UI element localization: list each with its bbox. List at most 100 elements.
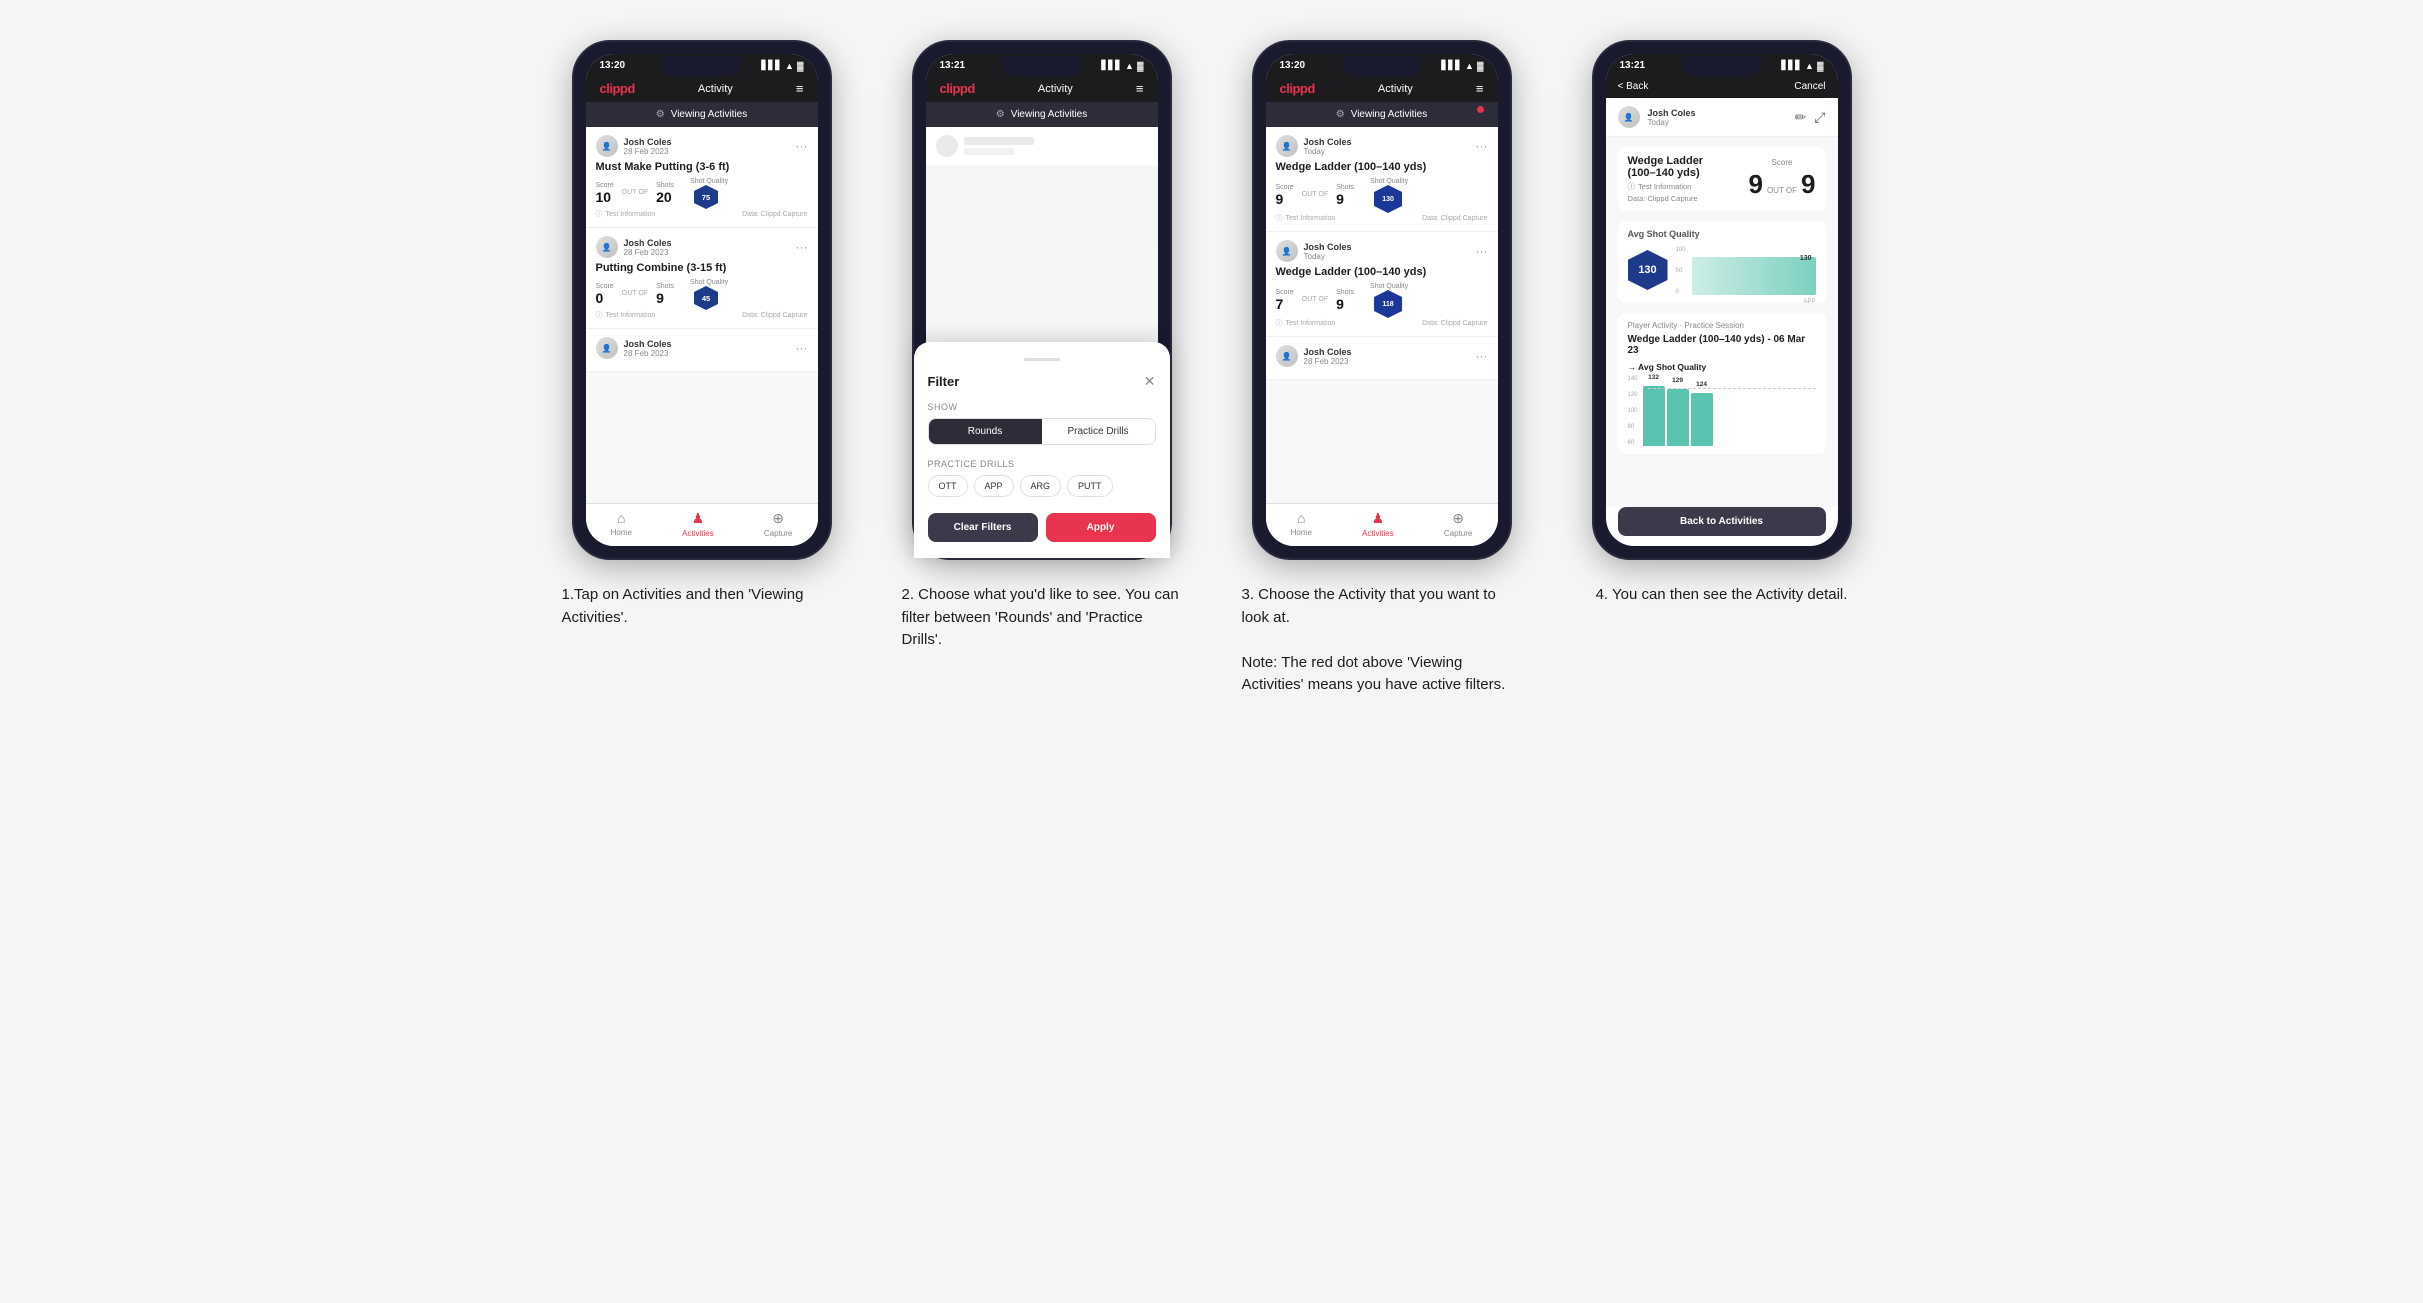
viewing-bar-text-2: Viewing Activities (1011, 109, 1088, 120)
capture-icon-1: ⊕ (772, 510, 784, 527)
chip-ott[interactable]: OTT (928, 475, 968, 497)
app-logo-1: clippd (600, 81, 635, 96)
nav-capture-label-3: Capture (1444, 529, 1472, 538)
avg-shot-badge: 130 (1628, 250, 1668, 290)
card-header-1-2: 👤 Josh Coles 28 Feb 2023 ··· (596, 236, 808, 258)
activity-card-3-1[interactable]: 👤 Josh Coles Today ··· Wedge Ladder (100… (1266, 127, 1498, 232)
activity-card-1-2[interactable]: 👤 Josh Coles 28 Feb 2023 ··· Putting Com… (586, 228, 818, 329)
pa-bar-3: 124 (1691, 393, 1713, 446)
menu-icon-1[interactable]: ≡ (796, 81, 804, 96)
notch-3 (1342, 56, 1422, 76)
app-nav-title-1: Activity (698, 83, 733, 95)
nav-home-3[interactable]: ⌂ Home (1291, 510, 1312, 538)
more-btn-1-1[interactable]: ··· (796, 139, 808, 153)
activity-card-1-3[interactable]: 👤 Josh Coles 28 Feb 2023 ··· (586, 329, 818, 372)
viewing-bar-3[interactable]: ⚙ Viewing Activities (1266, 102, 1498, 127)
nav-activities-label-3: Activities (1362, 529, 1394, 538)
user-info-1-2: Josh Coles 28 Feb 2023 (624, 238, 672, 257)
user-info-3-1: Josh Coles Today (1304, 137, 1352, 156)
scores-row-1-1: Score 10 OUT OF Shots 20 Shot Quality 75 (596, 178, 808, 209)
filter-title: Filter (928, 374, 960, 389)
pa-header: Player Activity · Practice Session (1628, 321, 1816, 330)
nav-activities-label-1: Activities (682, 529, 714, 538)
nav-capture-1[interactable]: ⊕ Capture (764, 510, 792, 538)
more-btn-1-3[interactable]: ··· (796, 341, 808, 355)
activities-icon-3: ♟ (1372, 510, 1385, 527)
user-name-3-2: Josh Coles (1304, 242, 1352, 252)
signal-icon-2: ▋▋▋ (1101, 60, 1122, 71)
back-btn[interactable]: < Back (1618, 81, 1649, 92)
card-footer-1-2: ⓘ Test Information Data: Clippd Capture (596, 310, 808, 320)
sq-badge-3-1: 130 (1374, 185, 1402, 213)
phone-2: 13:21 ▋▋▋ ▲ ▓ clippd Activity ≡ ⚙ Viewin… (912, 40, 1172, 560)
chart-label: 130 (1800, 255, 1812, 262)
menu-icon-2[interactable]: ≡ (1136, 81, 1144, 96)
nav-home-1[interactable]: ⌂ Home (611, 510, 632, 538)
user-date-1-2: 28 Feb 2023 (624, 248, 672, 257)
sq-label-1-1: Shot Quality (690, 178, 728, 185)
card-user-3-1: 👤 Josh Coles Today (1276, 135, 1352, 157)
detail-user-info: 👤 Josh Coles Today (1618, 106, 1696, 128)
avatar-1-3: 👤 (596, 337, 618, 359)
nav-activities-1[interactable]: ♟ Activities (682, 510, 714, 538)
step-3-column: 13:20 ▋▋▋ ▲ ▓ clippd Activity ≡ ⚙ Viewin… (1232, 40, 1532, 697)
page-container: 13:20 ▋▋▋ ▲ ▓ clippd Activity ≡ ⚙ View (552, 40, 1872, 697)
viewing-bar-2[interactable]: ⚙ Viewing Activities (926, 102, 1158, 127)
nav-capture-label-1: Capture (764, 529, 792, 538)
user-name-1-3: Josh Coles (624, 339, 672, 349)
chart-axis-label: APP (1803, 299, 1815, 305)
phone-inner-1: 13:20 ▋▋▋ ▲ ▓ clippd Activity ≡ ⚙ View (586, 54, 818, 546)
share-icon[interactable]: ⤢ (1814, 109, 1825, 126)
chip-app[interactable]: APP (974, 475, 1014, 497)
wifi-icon-3: ▲ (1465, 61, 1474, 71)
activity-card-1-1[interactable]: 👤 Josh Coles 28 Feb 2023 ··· Must Make P… (586, 127, 818, 228)
filter-practice-label: Practice Drills (928, 459, 1156, 469)
activity-card-3-3[interactable]: 👤 Josh Coles 28 Feb 2023 ··· (1266, 337, 1498, 380)
chip-putt[interactable]: PUTT (1067, 475, 1113, 497)
shots-val-1-2: 9 (656, 290, 674, 306)
more-btn-3-3[interactable]: ··· (1476, 349, 1488, 363)
more-btn-1-2[interactable]: ··· (796, 240, 808, 254)
clear-filters-btn[interactable]: Clear Filters (928, 513, 1038, 542)
detail-out-of-label: OUT OF (1767, 186, 1797, 195)
avg-shot-title: Avg Shot Quality (1628, 229, 1816, 239)
card-user-3-2: 👤 Josh Coles Today (1276, 240, 1352, 262)
red-dot-3 (1477, 106, 1484, 113)
back-activities-btn[interactable]: Back to Activities (1618, 507, 1826, 536)
user-info-1-3: Josh Coles 28 Feb 2023 (624, 339, 672, 358)
avg-shot-content: 130 100 50 0 130 APP (1628, 245, 1816, 295)
chip-arg[interactable]: ARG (1020, 475, 1062, 497)
edit-icon[interactable]: ✏ (1795, 109, 1807, 126)
filter-close-btn[interactable]: ✕ (1144, 373, 1156, 390)
filter-header: Filter ✕ (928, 373, 1156, 390)
score-val-1-1: 10 (596, 189, 614, 205)
nav-capture-3[interactable]: ⊕ Capture (1444, 510, 1472, 538)
battery-icon-2: ▓ (1137, 61, 1144, 71)
detail-user-date: Today (1648, 118, 1696, 127)
user-info-3-2: Josh Coles Today (1304, 242, 1352, 261)
menu-icon-3[interactable]: ≡ (1476, 81, 1484, 96)
score-block-shots-1-2: Shots 9 (656, 283, 674, 306)
card-header-1-3: 👤 Josh Coles 28 Feb 2023 ··· (596, 337, 808, 359)
pa-title: Wedge Ladder (100–140 yds) - 06 Mar 23 (1628, 334, 1816, 356)
step-4-description: 4. You can then see the Activity detail. (1596, 584, 1848, 607)
activity-card-3-2[interactable]: 👤 Josh Coles Today ··· Wedge Ladder (100… (1266, 232, 1498, 337)
sq-badge-3-2: 118 (1374, 290, 1402, 318)
battery-icon-4: ▓ (1817, 61, 1824, 71)
apply-filters-btn[interactable]: Apply (1046, 513, 1156, 542)
step-2-column: 13:21 ▋▋▋ ▲ ▓ clippd Activity ≡ ⚙ Viewin… (892, 40, 1192, 652)
shots-label-1-2: Shots (656, 283, 674, 290)
nav-activities-3[interactable]: ♟ Activities (1362, 510, 1394, 538)
filter-rounds-btn[interactable]: Rounds (929, 419, 1042, 444)
step-1-description: 1.Tap on Activities and then 'Viewing Ac… (562, 584, 842, 629)
more-btn-3-1[interactable]: ··· (1476, 139, 1488, 153)
user-name-3-3: Josh Coles (1304, 347, 1352, 357)
more-btn-3-2[interactable]: ··· (1476, 244, 1488, 258)
footer-left-1-1: ⓘ Test Information (596, 209, 656, 219)
viewing-bar-1[interactable]: ⚙ Viewing Activities (586, 102, 818, 127)
cancel-btn[interactable]: Cancel (1794, 81, 1825, 92)
phone-inner-3: 13:20 ▋▋▋ ▲ ▓ clippd Activity ≡ ⚙ Viewin… (1266, 54, 1498, 546)
phone-1: 13:20 ▋▋▋ ▲ ▓ clippd Activity ≡ ⚙ View (572, 40, 832, 560)
filter-practice-btn[interactable]: Practice Drills (1042, 419, 1155, 444)
sq-badge-1-2: 45 (694, 286, 718, 310)
